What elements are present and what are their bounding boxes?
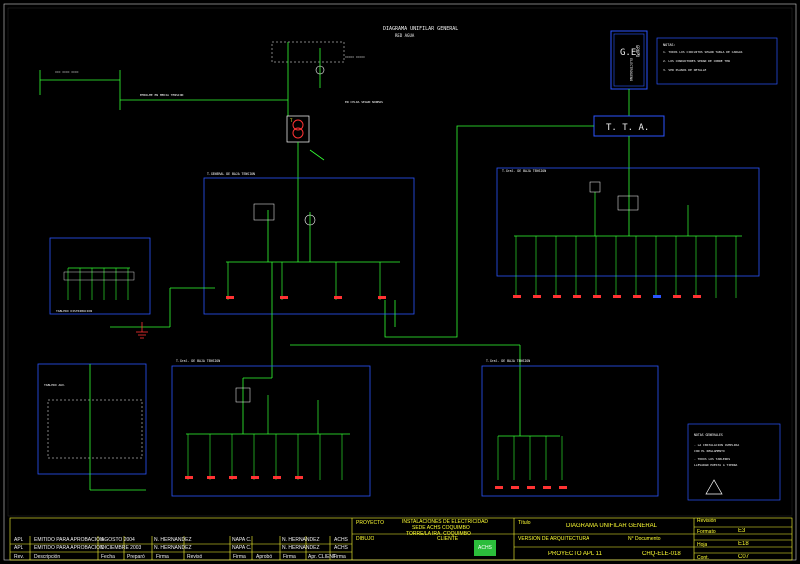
warning-icon	[705, 479, 723, 495]
notes-bottom-line: LLEVARAN PUESTA A TIERRA	[694, 463, 738, 467]
generator-block: G.E. GRUPO ELECTROGENO	[610, 30, 648, 90]
col-header: Firma	[233, 554, 246, 560]
rev-prep: N. HERNANDEZ	[154, 537, 192, 543]
notes-bottom-line: - TODOS LOS TABLEROS	[694, 457, 730, 461]
bottom-right-board: T.Gral. DE BAJA TENSION	[481, 359, 659, 497]
col-header: Aprobó	[256, 554, 273, 560]
rev-code: APL	[14, 545, 24, 551]
main-board: T.GENERAL DE BAJA TENSION	[203, 172, 415, 315]
rev-desc: EMITIDO PARA APROBACION	[34, 537, 104, 543]
svg-text:===== =====: ===== =====	[345, 55, 365, 59]
col-header: Firma	[333, 554, 346, 560]
titulo-value: DIAGRAMA UNIFILAR GENERAL	[566, 523, 658, 529]
transformer: T	[286, 115, 310, 143]
cont-label: Cont.	[697, 555, 709, 561]
ndoc-label: N° Documento	[628, 536, 661, 542]
version-label: VERSION DE ARQUITECTURA	[518, 536, 590, 542]
generator-line2: GRUPO	[635, 45, 640, 58]
main-board-label: T.GENERAL DE BAJA TENSION	[207, 172, 255, 176]
right-board-label: T.Gral. DE BAJA TENSION	[502, 169, 546, 173]
notes-top-block: NOTAS: 1. TODOS LOS CIRCUITOS SEGUN TABL…	[656, 37, 778, 85]
rev-by: NAPA C.	[232, 545, 252, 551]
rev-by: NAPA C.	[232, 537, 252, 543]
tta-panel: T. T. A.	[593, 115, 665, 137]
svg-text:EMPALME EN MEDIA TENSION: EMPALME EN MEDIA TENSION	[140, 93, 184, 97]
title-block: APL EMITIDO PARA APROBACION AGOSTO 2004 …	[0, 516, 800, 564]
tta-label: T. T. A.	[606, 123, 649, 133]
rev-apr: N. HERNANDEZ	[282, 545, 320, 551]
col-header: Firma	[156, 554, 169, 560]
notes-bottom-block: NOTAS GENERALES - LA INSTALACION CUMPLIR…	[687, 423, 781, 501]
rev-client: ACHS	[334, 545, 348, 551]
left-small-board: TABLERO DISTRIBUCION	[49, 237, 151, 315]
hoja-value: E18	[738, 541, 749, 547]
single-line-diagram: DIAGRAMA UNIFILAR GENERAL RED AGUA G.E. …	[3, 3, 797, 561]
aux-board: TABLERO AUX.	[37, 363, 147, 491]
notes-top-line: 1. TODOS LOS CIRCUITOS SEGUN TABLA DE CA…	[663, 50, 743, 54]
notes-top-line: NOTAS:	[663, 43, 676, 47]
bl-board-label: T.Gral. DE BAJA TENSION	[176, 359, 220, 363]
rev-prep: N. HERNANDEZ	[154, 545, 192, 551]
cliente-label: CLIENTE	[437, 536, 459, 542]
main-board-breakers	[226, 262, 386, 300]
rev-code: APL	[14, 537, 24, 543]
br-board-label: T.Gral. DE BAJA TENSION	[486, 359, 530, 363]
substation: ===== ===== EN CELDA SEGUN NORMAS	[271, 41, 383, 116]
ground-symbol	[136, 322, 148, 339]
notes-top-line: 3. VER PLANOS DE DETALLE	[663, 68, 707, 72]
rev-date: AGOSTO 2004	[101, 537, 135, 543]
notes-bottom-line: - LA INSTALACION CUMPLIRA	[694, 443, 739, 447]
drawing-title: DIAGRAMA UNIFILAR GENERAL	[383, 26, 458, 32]
col-header: Preparó	[127, 554, 145, 560]
rev-client: ACHS	[334, 537, 348, 543]
sheet-border	[3, 3, 797, 561]
client-logo-text: ACHS	[478, 545, 492, 551]
notes-top-line: 2. LOS CONDUCTORES SERAN DE COBRE THW	[663, 59, 730, 63]
proyecto-code: PROYECTO APL 11	[548, 551, 602, 557]
formato-label: Formato	[697, 529, 716, 535]
svg-text:EN CELDA SEGUN NORMAS: EN CELDA SEGUN NORMAS	[345, 100, 383, 104]
col-header: Revisó	[187, 554, 203, 560]
titulo-label: Título	[518, 520, 531, 526]
bottom-left-board: T.Gral. DE BAJA TENSION	[171, 359, 371, 497]
ndoc-value: CHQ-ELE-018	[642, 551, 681, 557]
hoja-label: Hoja	[697, 542, 708, 548]
rev-desc: EMITIDO PARA APROBACION	[34, 545, 104, 551]
svg-text:=== ==== ====: === ==== ====	[55, 70, 79, 74]
col-header: Firma	[283, 554, 296, 560]
col-header: Rev.	[14, 554, 24, 560]
col-header: Apr. CLIENT	[308, 554, 337, 560]
formato-value: E3	[738, 528, 746, 534]
revision-label: Revisión	[697, 518, 717, 524]
right-board-circuits	[513, 236, 737, 298]
proyecto-label: PROYECTO	[356, 520, 384, 526]
notes-bottom-line: NOTAS GENERALES	[694, 433, 723, 437]
drawing-subtitle: RED AGUA	[395, 33, 415, 38]
col-header: Descripción	[34, 554, 61, 560]
notes-bottom-line: CON EL REGLAMENTO	[694, 449, 725, 453]
incoming-feeder: === ==== ==== EMPALME EN MEDIA TENSION	[39, 70, 288, 110]
dibujo-label: DIBUJO	[356, 536, 375, 542]
transformer-label: T	[290, 118, 293, 123]
rev-apr: N. HERNANDEZ	[282, 537, 320, 543]
rev-date: DICIEMBRE 2003	[101, 545, 142, 551]
left-board-label: TABLERO DISTRIBUCION	[56, 309, 92, 313]
col-header: Fecha	[101, 554, 115, 560]
cont-value: C07	[738, 554, 750, 560]
generator-line3: ELECTROGENO	[629, 58, 633, 81]
aux-board-label: TABLERO AUX.	[44, 383, 66, 387]
